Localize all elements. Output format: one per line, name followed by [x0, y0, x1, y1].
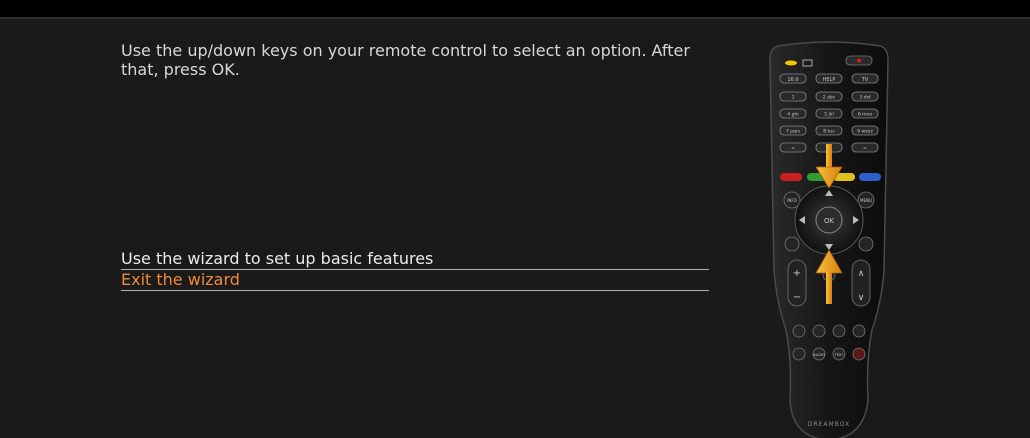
wizard-instruction-text: Use the up/down keys on your remote cont…	[121, 41, 690, 79]
brand-logo: DREAMBOX	[808, 421, 850, 428]
digit-key-label: 1	[792, 95, 795, 101]
svg-text:16:9: 16:9	[787, 77, 798, 83]
digit-key-label: <	[791, 146, 795, 152]
menu-key-label: MENU	[860, 198, 872, 203]
wizard-option-list[interactable]: Use the wizard to set up basic features …	[121, 249, 709, 291]
audio-key-label: AUDIO	[813, 353, 825, 357]
option-exit-wizard[interactable]: Exit the wizard	[121, 270, 709, 291]
digit-key-label: 7 pqrs	[786, 129, 801, 135]
digit-key-label: >	[863, 146, 867, 152]
digit-key-label: 2 abc	[823, 95, 836, 101]
digit-key-label: 8 tuv	[823, 129, 835, 135]
svg-text:+: +	[793, 268, 801, 279]
help-key-label: HELP	[823, 77, 836, 83]
tv-key-label: TV	[861, 77, 869, 83]
digit-key-label: 6 mno	[858, 112, 873, 118]
digit-key-label: 5 jkl	[824, 112, 833, 118]
text-key-label: TEXT	[834, 353, 845, 357]
info-key-label: INFO	[787, 198, 797, 203]
option-run-wizard[interactable]: Use the wizard to set up basic features	[121, 249, 709, 270]
svg-text:−: −	[793, 292, 801, 303]
digit-key-label: 3 def	[859, 95, 871, 101]
remote-control-illustration: 16:9 HELP TV 1 2 abc 3 def 4 ghi 5 jkl 6 mno 7…	[754, 40, 904, 438]
top-bar	[0, 0, 1030, 19]
digit-key-label: 9 wxyz	[857, 129, 873, 135]
svg-text:∨: ∨	[858, 293, 865, 303]
digit-key-label: 4 ghi	[787, 112, 798, 118]
svg-text:∧: ∧	[858, 269, 865, 279]
remote-control-icon: 16:9 HELP TV 1 2 abc 3 def 4 ghi 5 jkl 6 mno 7…	[769, 41, 889, 438]
ok-key-label: OK	[824, 217, 835, 225]
